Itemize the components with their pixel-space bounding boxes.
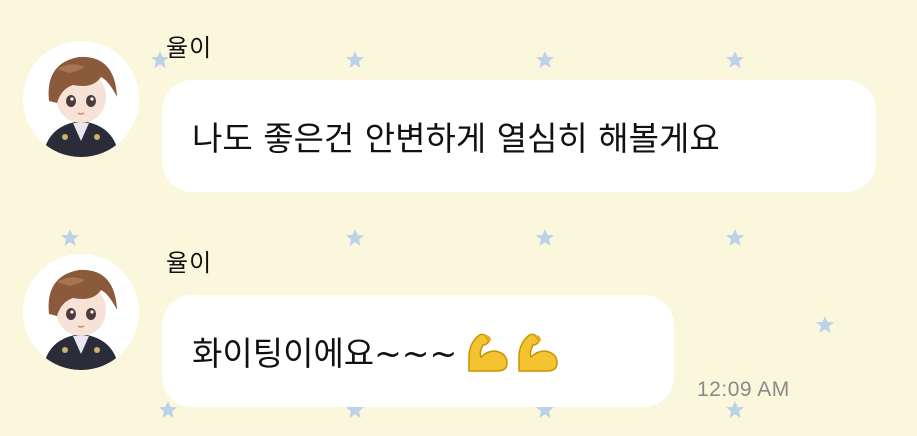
message-timestamp: 12:09 AM	[697, 378, 790, 401]
star-icon	[536, 51, 554, 68]
message-text: 나도 좋은건 안변하게 열심히 해볼게요	[192, 119, 720, 158]
star-icon	[726, 51, 744, 68]
star-icon	[346, 229, 364, 246]
message-bubble[interactable]: 화이팅이에요~~~	[162, 295, 674, 407]
star-icon	[346, 51, 364, 68]
avatar-portrait-icon	[23, 41, 139, 157]
star-icon	[726, 401, 744, 418]
star-icon	[726, 229, 744, 246]
message-text: 화이팅이에요~~~	[192, 334, 458, 373]
flexed-biceps-icon	[518, 333, 558, 372]
avatar[interactable]	[23, 41, 139, 157]
sender-name: 율이	[166, 34, 213, 62]
avatar[interactable]	[23, 254, 139, 370]
star-icon	[536, 229, 554, 246]
star-icon	[61, 229, 79, 246]
flexed-biceps-icon	[468, 333, 508, 372]
sender-name: 율이	[166, 249, 213, 277]
message-bubble[interactable]: 나도 좋은건 안변하게 열심히 해볼게요	[162, 80, 876, 192]
avatar-portrait-icon	[23, 254, 139, 370]
star-icon	[159, 401, 177, 418]
star-icon	[816, 316, 834, 333]
